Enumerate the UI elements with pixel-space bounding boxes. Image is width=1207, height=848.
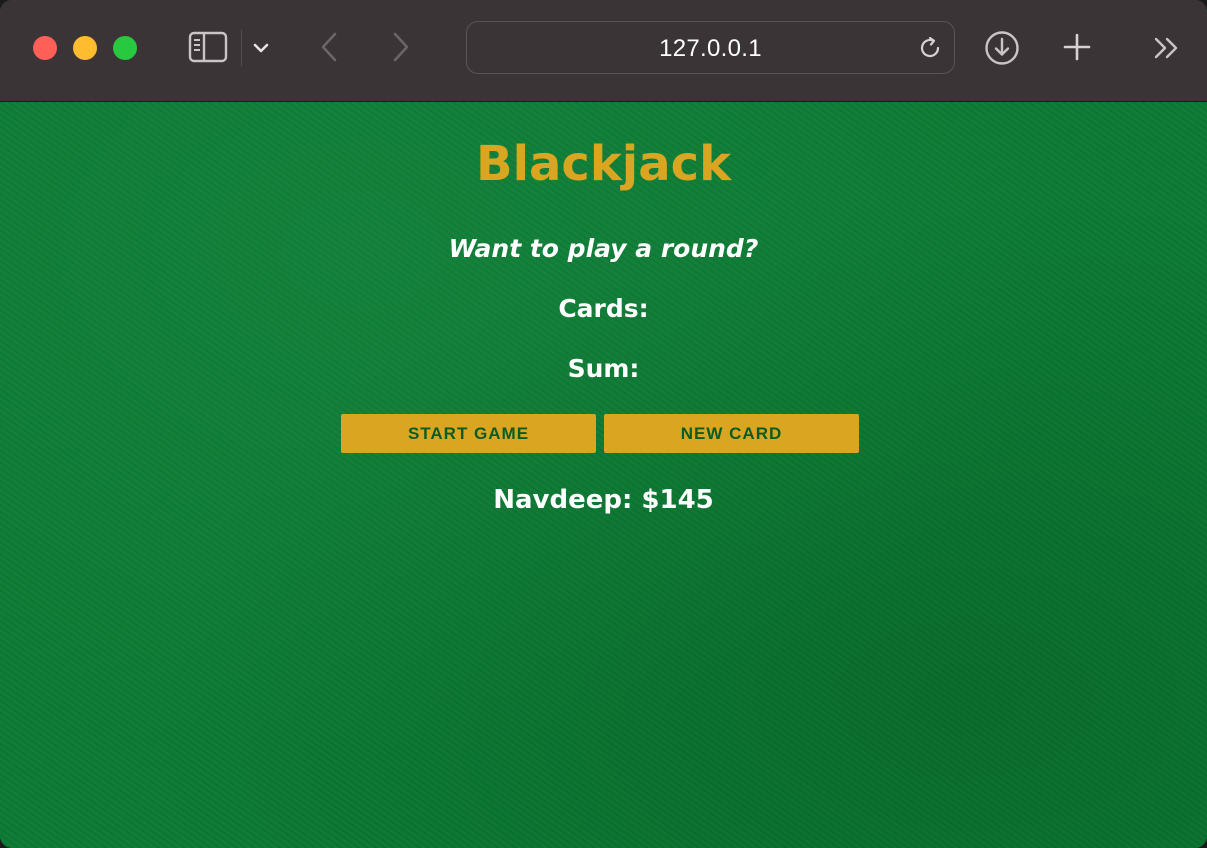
- cards-label: Cards:: [558, 294, 649, 323]
- address-bar[interactable]: 127.0.0.1: [466, 21, 955, 74]
- reload-icon[interactable]: [916, 34, 944, 62]
- double-chevron-right-icon[interactable]: [1151, 32, 1183, 64]
- toolbar-divider: [241, 30, 242, 66]
- player-balance: Navdeep: $145: [493, 485, 714, 515]
- chevron-right-icon[interactable]: [387, 30, 415, 64]
- chevron-left-icon[interactable]: [315, 30, 343, 64]
- plus-icon[interactable]: [1060, 30, 1094, 64]
- start-game-button[interactable]: START GAME: [341, 414, 596, 453]
- chevron-down-icon[interactable]: [250, 35, 272, 61]
- sidebar-icon[interactable]: [188, 31, 228, 63]
- address-text: 127.0.0.1: [659, 35, 762, 62]
- game-table: Blackjack Want to play a round? Cards: S…: [0, 102, 1207, 848]
- new-card-button[interactable]: NEW CARD: [604, 414, 859, 453]
- maximize-window-button[interactable]: [113, 36, 137, 60]
- page-title: Blackjack: [475, 136, 732, 192]
- browser-window: 127.0.0.1 Blackjack Want to play a round…: [0, 0, 1207, 848]
- minimize-window-button[interactable]: [73, 36, 97, 60]
- sum-label: Sum:: [567, 354, 640, 383]
- download-icon[interactable]: [983, 29, 1021, 67]
- close-window-button[interactable]: [33, 36, 57, 60]
- message-text: Want to play a round?: [448, 234, 759, 263]
- browser-toolbar: 127.0.0.1: [0, 0, 1207, 102]
